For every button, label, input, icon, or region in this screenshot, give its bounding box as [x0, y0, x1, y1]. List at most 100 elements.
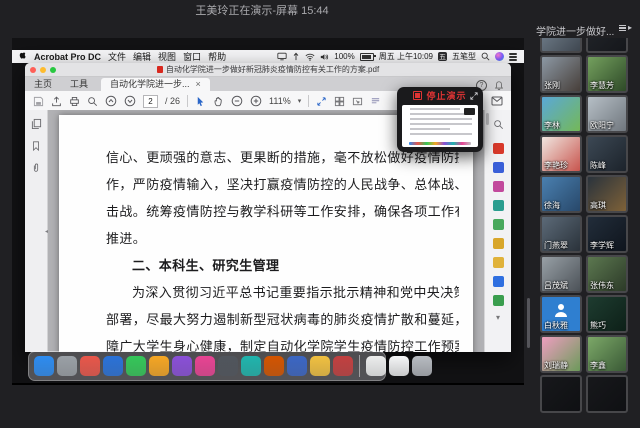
dock-app-icon[interactable] [310, 356, 330, 376]
page-thumbnails-panel-icon[interactable] [31, 118, 42, 130]
display-icon[interactable] [277, 52, 287, 61]
trash-icon[interactable] [412, 356, 432, 376]
tab-home[interactable]: 主页 [25, 77, 61, 91]
participant-tile[interactable]: 李慧芳 [586, 55, 628, 93]
input-method-icon[interactable]: 五 [438, 52, 447, 61]
export-pdf-icon[interactable] [493, 143, 504, 154]
share-upload-icon[interactable] [51, 96, 62, 107]
search-icon[interactable] [87, 96, 98, 107]
menu-view[interactable]: 视图 [158, 50, 176, 63]
next-page-icon[interactable] [124, 95, 136, 107]
dock-document-icon[interactable] [366, 356, 386, 376]
more-tools-icon[interactable]: ▾ [496, 314, 500, 322]
dock-app-icon[interactable] [149, 356, 169, 376]
sign-pen-icon[interactable] [493, 276, 504, 287]
zoom-in-icon[interactable] [250, 95, 262, 107]
participant-tile[interactable]: 高琪 [586, 175, 628, 213]
participant-tile[interactable]: 徐海 [540, 175, 582, 213]
participant-tile[interactable]: 熊巧 [586, 295, 628, 333]
participant-tile[interactable]: 李学辉 [586, 215, 628, 253]
tab-tools[interactable]: 工具 [61, 77, 97, 91]
mac-dock [28, 351, 386, 381]
enhance-scans-icon[interactable] [493, 200, 504, 211]
tab-document-label: 自动化学院进一步... [110, 78, 190, 91]
sidebar-scrollbar[interactable] [527, 298, 530, 348]
participant-tile[interactable] [586, 375, 628, 413]
battery-percent: 100% [334, 52, 354, 61]
participant-tile[interactable]: 陈峰 [586, 135, 628, 173]
fill-sign-icon[interactable] [493, 238, 504, 249]
participant-tile[interactable]: 李林 [540, 95, 582, 133]
dock-app-icon[interactable] [287, 356, 307, 376]
participant-tile[interactable]: 吕茂斌 [540, 255, 582, 293]
save-icon[interactable] [33, 96, 44, 107]
siri-icon[interactable] [495, 52, 504, 61]
stamp-icon[interactable] [493, 295, 504, 306]
zoom-out-icon[interactable] [231, 95, 243, 107]
input-method-label[interactable]: 五笔型 [452, 51, 476, 62]
wifi-icon[interactable] [305, 53, 315, 61]
dock-app-icon[interactable] [103, 356, 123, 376]
fullscreen-icon[interactable] [352, 96, 363, 107]
launchpad-icon[interactable] [57, 356, 77, 376]
panel-scrollbar[interactable] [486, 113, 489, 125]
participant-tile[interactable]: 刘瑞静 [540, 335, 582, 373]
menu-clock[interactable]: 周五 上午10:09 [379, 51, 433, 62]
keyboard-brightness-icon[interactable] [292, 52, 300, 61]
dock-app-icon[interactable] [333, 356, 353, 376]
edit-pdf-icon[interactable] [493, 162, 504, 173]
print-icon[interactable] [69, 96, 80, 107]
participant-tile[interactable]: 李鑫 [586, 335, 628, 373]
menu-help[interactable]: 帮助 [208, 50, 226, 63]
menu-file[interactable]: 文件 [108, 50, 126, 63]
menu-window[interactable]: 窗口 [183, 50, 201, 63]
previous-page-icon[interactable] [105, 95, 117, 107]
participant-name: 白秋雅 [544, 321, 568, 330]
page-number-input[interactable]: 2 [143, 95, 158, 108]
dock-app-icon[interactable] [264, 356, 284, 376]
dock-app-icon[interactable] [80, 356, 100, 376]
zoom-level-value[interactable]: 111% [269, 96, 291, 106]
notification-center-icon[interactable] [509, 53, 517, 61]
spotlight-icon[interactable] [481, 52, 490, 61]
apple-logo-icon[interactable] [19, 52, 27, 62]
organize-pages-icon[interactable] [493, 181, 504, 192]
participant-name: 张刚 [544, 81, 560, 90]
dock-app-icon[interactable] [172, 356, 192, 376]
participant-tile[interactable]: 白秋雅 [540, 295, 582, 333]
select-tool-icon[interactable] [195, 96, 206, 107]
bookmarks-panel-icon[interactable] [31, 140, 41, 152]
fit-page-icon[interactable] [316, 96, 327, 107]
menu-app-name[interactable]: Acrobat Pro DC [34, 52, 101, 62]
layout-switch-icon[interactable]: ▸ [619, 24, 632, 32]
dock-app-icon[interactable] [126, 356, 146, 376]
reading-mode-icon[interactable] [370, 96, 381, 107]
page-thumbnails-icon[interactable] [334, 96, 345, 107]
participant-tile[interactable]: 李艳珍 [540, 135, 582, 173]
expand-overlay-icon[interactable] [470, 92, 478, 100]
menu-edit[interactable]: 编辑 [133, 50, 151, 63]
comment-icon[interactable] [493, 257, 504, 268]
zoom-dropdown-caret-icon[interactable]: ▾ [298, 97, 302, 105]
participant-tile[interactable]: 张伟东 [586, 255, 628, 293]
stop-share-button[interactable]: 停止演示 [426, 89, 466, 102]
participant-tile[interactable]: 欧阳宁 [586, 95, 628, 133]
tab-document[interactable]: 自动化学院进一步... × [101, 78, 210, 91]
search-tool-icon[interactable] [493, 117, 504, 135]
dock-document-icon[interactable] [389, 356, 409, 376]
notification-bell-icon[interactable] [494, 80, 504, 91]
attachments-panel-icon[interactable] [31, 162, 41, 174]
protect-icon[interactable] [493, 219, 504, 230]
battery-icon[interactable] [360, 53, 374, 61]
participant-tile[interactable] [540, 375, 582, 413]
hand-tool-icon[interactable] [213, 96, 224, 107]
dock-app-icon[interactable] [241, 356, 261, 376]
dock-app-icon[interactable] [195, 356, 215, 376]
finder-icon[interactable] [34, 356, 54, 376]
close-tab-icon[interactable]: × [196, 78, 201, 91]
dock-app-icon[interactable] [218, 356, 238, 376]
volume-icon[interactable] [320, 53, 329, 61]
participant-tile[interactable]: 门燕翠 [540, 215, 582, 253]
participant-tile[interactable]: 张刚 [540, 55, 582, 93]
send-mail-icon[interactable] [491, 96, 503, 106]
